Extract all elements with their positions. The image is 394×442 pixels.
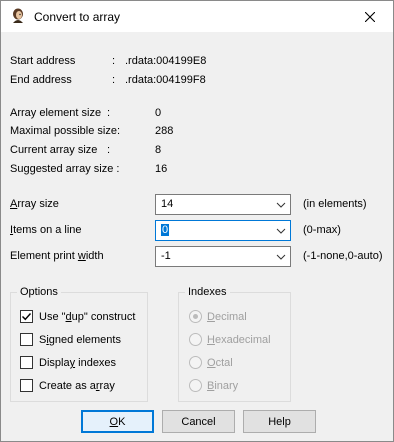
- start-address-value: .rdata:004199E8: [125, 55, 207, 67]
- display-indexes-label-pre: Displa: [39, 357, 70, 369]
- element-size-value: 0: [155, 107, 162, 119]
- signed-elements-checkbox[interactable]: [20, 333, 33, 346]
- print-width-label-pre: Element print: [10, 250, 78, 262]
- create-as-array-label-post: ray: [99, 380, 115, 392]
- window-title: Convert to array: [34, 10, 121, 24]
- signed-elements-label[interactable]: Signed elements: [39, 334, 121, 346]
- octal-label-rest: ctal: [215, 357, 233, 369]
- display-indexes-label[interactable]: Display indexes: [39, 357, 116, 369]
- array-size-label-rest: rray size: [17, 198, 59, 210]
- max-size-value: 288: [155, 125, 174, 137]
- help-button[interactable]: Help: [243, 410, 316, 433]
- use-dup-checkbox[interactable]: [20, 310, 33, 323]
- options-group-title: Options: [17, 286, 61, 298]
- print-width-value: -1: [161, 250, 171, 262]
- items-per-line-label: Items on a line: [10, 224, 82, 236]
- checkmark-icon: [22, 313, 32, 321]
- items-per-line-combobox[interactable]: 0: [155, 220, 291, 241]
- ok-button[interactable]: OK: [81, 410, 154, 433]
- create-as-array-label[interactable]: Create as array: [39, 380, 115, 392]
- binary-label-rest: inary: [214, 380, 239, 392]
- element-size-label: Array element size: [10, 107, 102, 119]
- radio-selected-dot: [193, 314, 198, 319]
- hexadecimal-label-rest: exadecimal: [214, 334, 271, 346]
- items-per-line-hint: (0-max): [303, 224, 341, 236]
- signed-elements-label-post: gned elements: [48, 334, 121, 346]
- octal-label-accel: O: [207, 357, 216, 369]
- cancel-button-label: Cancel: [181, 415, 216, 428]
- end-address-value: .rdata:004199F8: [125, 74, 206, 86]
- array-size-hint: (in elements): [303, 198, 367, 210]
- chevron-down-icon: [276, 228, 286, 234]
- print-width-hint: (-1-none,0-auto): [303, 250, 383, 262]
- binary-radio[interactable]: [189, 379, 202, 392]
- convert-to-array-dialog: Convert to array Start address : .rdata:…: [0, 0, 394, 442]
- print-width-label: Element print width: [10, 250, 104, 262]
- end-address-label: End address: [10, 74, 72, 86]
- close-icon: [365, 11, 375, 22]
- use-dup-label-pre: Use ": [39, 311, 66, 323]
- create-as-array-checkbox[interactable]: [20, 379, 33, 392]
- hexadecimal-label[interactable]: Hexadecimal: [207, 334, 271, 346]
- array-size-label: Array size: [10, 198, 59, 210]
- current-size-label: Current array size: [10, 144, 98, 156]
- element-size-separator: :: [107, 107, 111, 119]
- array-size-value: 14: [161, 198, 174, 210]
- binary-label[interactable]: Binary: [207, 380, 238, 392]
- display-indexes-label-post: indexes: [75, 357, 117, 369]
- app-logo-icon: [13, 8, 23, 23]
- create-as-array-label-pre: Create as a: [39, 380, 96, 392]
- items-per-line-value: 0: [161, 224, 170, 236]
- ok-button-accel: O: [109, 415, 119, 428]
- title-bar: Convert to array: [1, 1, 393, 32]
- suggested-size-value: 16: [155, 163, 168, 175]
- use-dup-label-post: up" construct: [71, 311, 136, 323]
- start-address-separator: :: [112, 55, 116, 67]
- ok-button-rest: K: [118, 415, 126, 428]
- start-address-label: Start address: [10, 55, 76, 67]
- array-size-combobox[interactable]: 14: [155, 194, 291, 215]
- cancel-button[interactable]: Cancel: [162, 410, 235, 433]
- hexadecimal-label-accel: H: [207, 334, 215, 346]
- decimal-label[interactable]: Decimal: [207, 311, 247, 323]
- decimal-label-accel: D: [207, 311, 215, 323]
- chevron-down-icon: [276, 254, 286, 260]
- close-button[interactable]: [347, 1, 393, 32]
- items-per-line-label-rest: tems on a line: [13, 224, 82, 236]
- end-address-separator: :: [112, 74, 116, 86]
- suggested-size-label: Suggested array size :: [10, 163, 120, 175]
- octal-radio[interactable]: [189, 356, 202, 369]
- display-indexes-checkbox[interactable]: [20, 356, 33, 369]
- ok-button-label: OK: [110, 416, 126, 428]
- max-size-label: Maximal possible size:: [10, 125, 121, 137]
- use-dup-label[interactable]: Use "dup" construct: [39, 311, 135, 323]
- decimal-label-rest: ecimal: [214, 311, 247, 323]
- octal-label[interactable]: Octal: [207, 357, 233, 369]
- help-button-label: Help: [268, 415, 291, 428]
- chevron-down-icon: [276, 202, 286, 208]
- print-width-combobox[interactable]: -1: [155, 246, 291, 267]
- current-size-separator: :: [107, 144, 111, 156]
- hexadecimal-radio[interactable]: [189, 333, 202, 346]
- print-width-label-rest: idth: [85, 250, 104, 262]
- indexes-group-title: Indexes: [185, 286, 230, 298]
- decimal-radio[interactable]: [189, 310, 202, 323]
- items-per-line-selected-text: 0: [161, 224, 170, 236]
- print-width-label-accel: w: [77, 250, 86, 262]
- current-size-value: 8: [155, 144, 162, 156]
